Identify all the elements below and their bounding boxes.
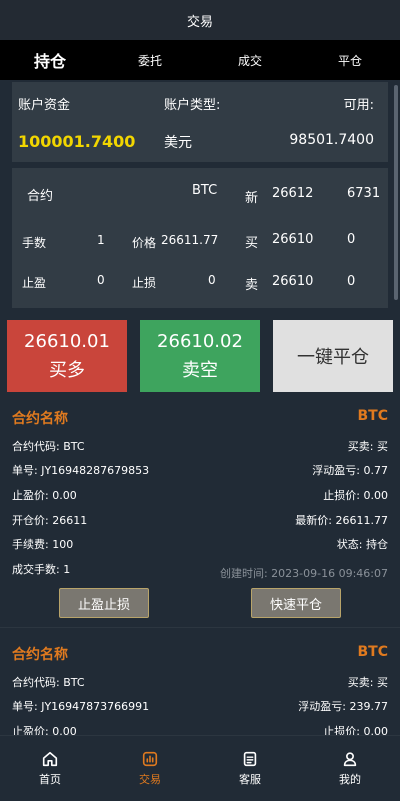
order-tp-price: 止盈价: 0.00 bbox=[12, 725, 77, 735]
order-side: 买卖: 买 bbox=[347, 440, 388, 453]
order-fee: 手续费: 100 bbox=[12, 538, 74, 551]
trade-icon bbox=[142, 751, 158, 767]
order-sl-price: 止损价: 0.00 bbox=[323, 489, 388, 502]
quick-close-button[interactable]: 快速平仓 bbox=[251, 588, 341, 618]
order-sl-price: 止损价: 0.00 bbox=[323, 725, 388, 735]
tab-positions[interactable]: 持仓 bbox=[0, 40, 100, 80]
nav-home-label: 首页 bbox=[39, 773, 61, 786]
tp-value: 0 bbox=[97, 273, 105, 287]
new-qty: 6731 bbox=[347, 186, 381, 201]
user-icon bbox=[343, 752, 357, 767]
close-all-label: 一键平仓 bbox=[297, 347, 369, 368]
buy-label: 买 bbox=[245, 236, 259, 251]
order-card: 合约名称 BTC 合约代码: BTC 买卖: 买 单号: JY169478737… bbox=[0, 636, 400, 735]
app-header: 交易 bbox=[0, 0, 400, 40]
order-divider bbox=[0, 627, 400, 628]
tp-sl-button-label: 止盈止损 bbox=[77, 597, 130, 613]
fund-value: 100001.7400 bbox=[18, 132, 136, 151]
sell-qty: 0 bbox=[347, 274, 356, 289]
buy-price: 26610 bbox=[272, 232, 314, 247]
contract-panel: 合约 BTC 新 26612 6731 手数 1 价格 26611.77 买 2… bbox=[12, 168, 388, 308]
quick-close-button-label: 快速平仓 bbox=[269, 597, 322, 613]
order-status: 状态: 持仓 bbox=[336, 538, 388, 551]
order-number: 单号: JY16947873766991 bbox=[12, 700, 150, 713]
new-price: 26612 bbox=[272, 186, 314, 201]
order-title: 合约名称 bbox=[12, 647, 68, 663]
tab-trades[interactable]: 成交 bbox=[200, 40, 300, 80]
contract-label: 合约 bbox=[27, 189, 54, 204]
tab-bar: 持仓 委托 成交 平仓 bbox=[0, 40, 400, 80]
nav-support-label: 客服 bbox=[239, 773, 261, 786]
sl-value: 0 bbox=[208, 273, 216, 287]
sell-price: 26610 bbox=[272, 274, 314, 289]
tp-label: 止盈 bbox=[22, 276, 47, 290]
available-value: 98501.7400 bbox=[289, 132, 374, 148]
page-title: 交易 bbox=[186, 14, 213, 30]
sell-short-price: 26610.02 bbox=[157, 330, 243, 352]
nav-home[interactable]: 首页 bbox=[0, 736, 100, 801]
buy-long-button[interactable]: 26610.01 买多 bbox=[7, 320, 127, 392]
tab-orders[interactable]: 委托 bbox=[100, 40, 200, 80]
account-type-value: 美元 bbox=[164, 135, 192, 151]
nav-profile-label: 我的 bbox=[339, 773, 361, 786]
nav-profile[interactable]: 我的 bbox=[300, 736, 400, 801]
lots-value: 1 bbox=[97, 233, 105, 247]
tab-closed[interactable]: 平仓 bbox=[300, 40, 400, 80]
order-title: 合约名称 bbox=[12, 411, 68, 427]
tp-sl-button[interactable]: 止盈止损 bbox=[59, 588, 149, 618]
order-code: 合约代码: BTC bbox=[12, 676, 85, 689]
price-value: 26611.77 bbox=[161, 233, 219, 247]
support-icon bbox=[243, 751, 257, 767]
nav-support[interactable]: 客服 bbox=[200, 736, 300, 801]
order-last-price: 最新价: 26611.77 bbox=[295, 514, 388, 527]
sell-short-button[interactable]: 26610.02 卖空 bbox=[140, 320, 260, 392]
available-label: 可用: bbox=[343, 98, 374, 113]
nav-trade[interactable]: 交易 bbox=[100, 736, 200, 801]
order-open-price: 开仓价: 26611 bbox=[12, 514, 88, 527]
fund-label: 账户资金 bbox=[18, 98, 71, 113]
buy-long-label: 买多 bbox=[49, 359, 85, 381]
contract-scrollbar[interactable] bbox=[394, 85, 398, 300]
sell-short-label: 卖空 bbox=[182, 359, 218, 381]
buy-qty: 0 bbox=[347, 232, 356, 247]
contract-symbol: BTC bbox=[192, 183, 218, 198]
order-tp-price: 止盈价: 0.00 bbox=[12, 489, 77, 502]
buy-long-price: 26610.01 bbox=[24, 330, 110, 352]
order-float-pl: 浮动盈亏: 239.77 bbox=[298, 700, 388, 713]
close-all-button[interactable]: 一键平仓 bbox=[273, 320, 393, 392]
home-icon bbox=[42, 751, 58, 767]
bottom-nav: 首页 交易 客服 我的 bbox=[0, 735, 400, 801]
sell-label: 卖 bbox=[245, 278, 259, 293]
order-created-time: 创建时间: 2023-09-16 09:46:07 bbox=[219, 567, 388, 580]
order-float-pl: 浮动盈亏: 0.77 bbox=[312, 464, 388, 477]
account-panel: 账户资金 账户类型: 可用: 100001.7400 美元 98501.7400 bbox=[12, 82, 388, 162]
order-number: 单号: JY16948287679853 bbox=[12, 464, 150, 477]
order-symbol: BTC bbox=[357, 644, 389, 660]
order-lots: 成交手数: 1 bbox=[12, 563, 71, 576]
order-card: 合约名称 BTC 合约代码: BTC 买卖: 买 单号: JY169482876… bbox=[0, 400, 400, 625]
account-type-label: 账户类型: bbox=[164, 98, 221, 113]
new-label: 新 bbox=[245, 191, 259, 206]
price-label: 价格 bbox=[132, 236, 157, 250]
order-symbol: BTC bbox=[357, 408, 389, 424]
lots-label: 手数 bbox=[22, 236, 47, 250]
sl-label: 止损 bbox=[132, 276, 157, 290]
nav-trade-label: 交易 bbox=[139, 773, 161, 786]
order-side: 买卖: 买 bbox=[347, 676, 388, 689]
order-code: 合约代码: BTC bbox=[12, 440, 85, 453]
